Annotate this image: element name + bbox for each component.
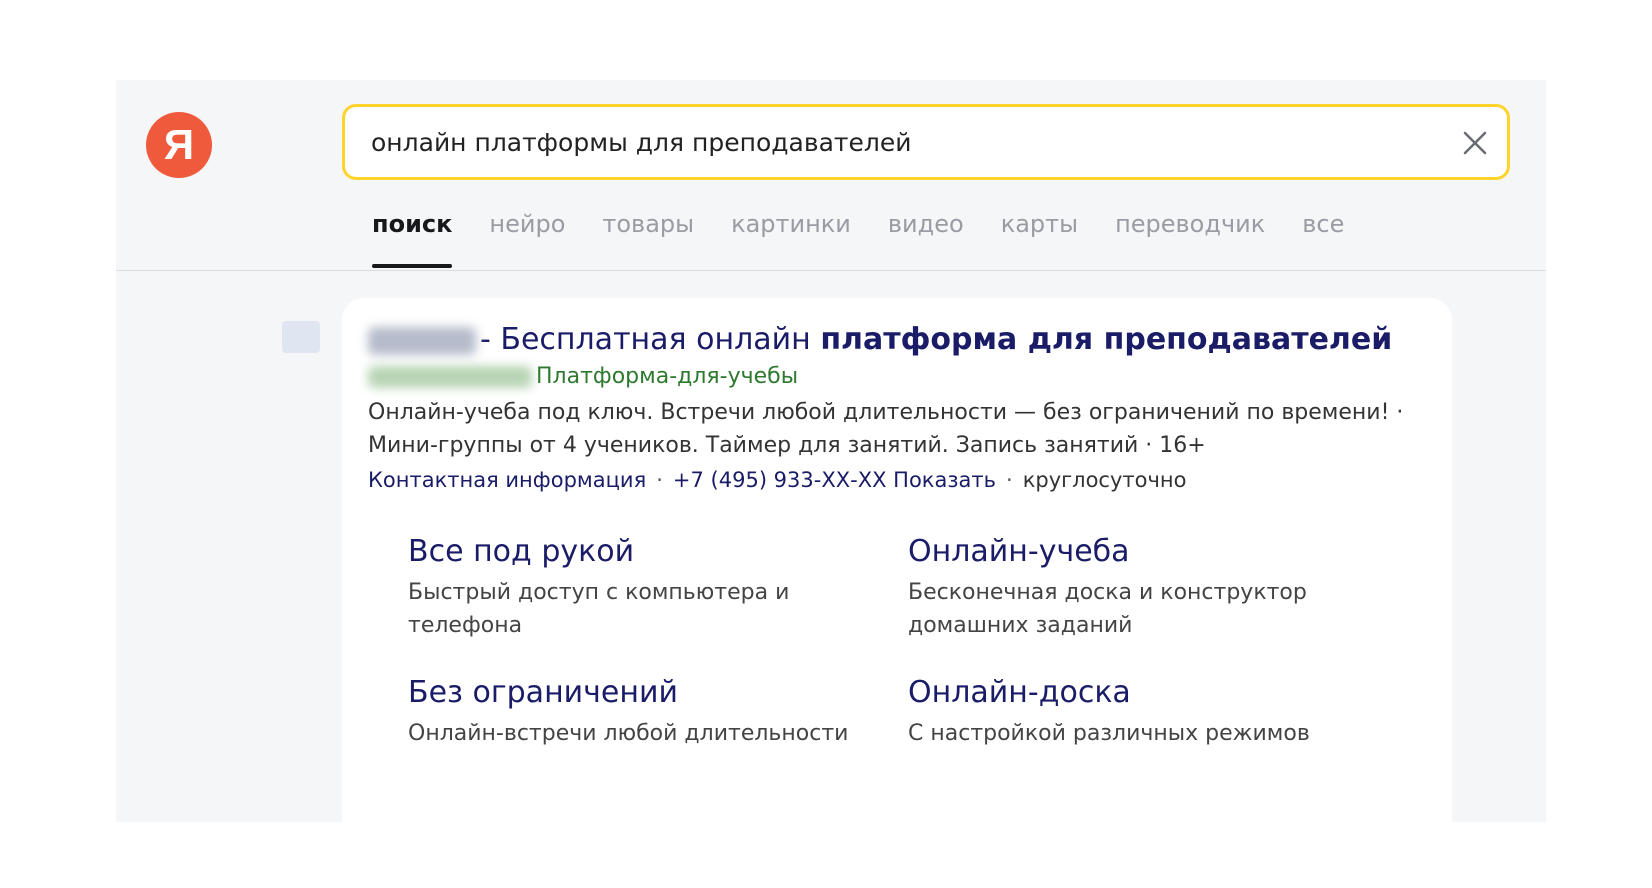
logo-letter: Я — [163, 121, 195, 168]
result-title[interactable]: - Бесплатная онлайн платформа для препод… — [368, 322, 1392, 357]
result-url[interactable]: Платформа-для-учебы — [368, 364, 798, 389]
tab-search[interactable]: поиск — [372, 200, 453, 270]
sitelink: Без ограничений Онлайн-встречи любой дли… — [408, 673, 878, 750]
search-header: Я поиск нейро товары картинки видео карт… — [116, 80, 1546, 271]
tab-images[interactable]: картинки — [731, 200, 851, 270]
search-page: Я поиск нейро товары картинки видео карт… — [116, 80, 1546, 822]
tab-neuro[interactable]: нейро — [489, 200, 565, 270]
result-url-path: Платформа-для-учебы — [536, 364, 799, 389]
result-title-prefix: - Бесплатная онлайн — [480, 322, 821, 357]
search-input[interactable] — [371, 107, 1411, 177]
tab-products[interactable]: товары — [602, 200, 694, 270]
search-result-card: - Бесплатная онлайн платформа для препод… — [342, 298, 1452, 822]
sitelink-title[interactable]: Все под рукой — [408, 532, 878, 572]
working-hours: круглосуточно — [1022, 468, 1187, 492]
result-contacts: Контактная информация · +7 (495) 933-ХХ-ХХ… — [368, 468, 1186, 492]
sitelink: Все под рукой Быстрый доступ с компьютер… — [408, 532, 878, 642]
sitelink-description: Быстрый доступ с компьютера и телефона — [408, 580, 790, 638]
sitelink-description: Онлайн-встречи любой длительности — [408, 721, 849, 746]
sitelink-description: Бесконечная доска и конструктор домашних… — [908, 580, 1307, 638]
yandex-logo[interactable]: Я — [146, 112, 212, 178]
tab-translator[interactable]: переводчик — [1115, 200, 1265, 270]
contact-info-link[interactable]: Контактная информация — [368, 468, 646, 492]
sitelink: Онлайн-учеба Бесконечная доска и констру… — [908, 532, 1378, 642]
site-favicon — [282, 321, 320, 353]
result-title-bold: платформа для преподавателей — [820, 322, 1393, 357]
result-description: Онлайн-учеба под ключ. Встречи любой дли… — [368, 400, 1404, 458]
close-icon[interactable] — [1461, 129, 1489, 157]
blurred-domain — [368, 366, 532, 388]
sitelink-title[interactable]: Без ограничений — [408, 673, 878, 713]
tab-all[interactable]: все — [1302, 200, 1344, 270]
tab-maps[interactable]: карты — [1001, 200, 1078, 270]
result-title-link[interactable]: - Бесплатная онлайн платформа для препод… — [480, 322, 1392, 357]
sitelink-description: С настройкой различных режимов — [908, 721, 1310, 746]
sitelink-title[interactable]: Онлайн-доска — [908, 673, 1378, 713]
sitelink: Онлайн-доска С настройкой различных режи… — [908, 673, 1378, 750]
separator-dot: · — [656, 468, 663, 492]
search-tabs: поиск нейро товары картинки видео карты … — [372, 200, 1381, 270]
blurred-site-name — [368, 326, 476, 355]
phone-number[interactable]: +7 (495) 933-ХХ-ХХ — [673, 468, 887, 492]
separator-dot: · — [1006, 468, 1013, 492]
show-phone-link[interactable]: Показать — [893, 468, 996, 492]
search-box — [342, 104, 1510, 180]
tab-video[interactable]: видео — [888, 200, 964, 270]
sitelink-title[interactable]: Онлайн-учеба — [908, 532, 1378, 572]
